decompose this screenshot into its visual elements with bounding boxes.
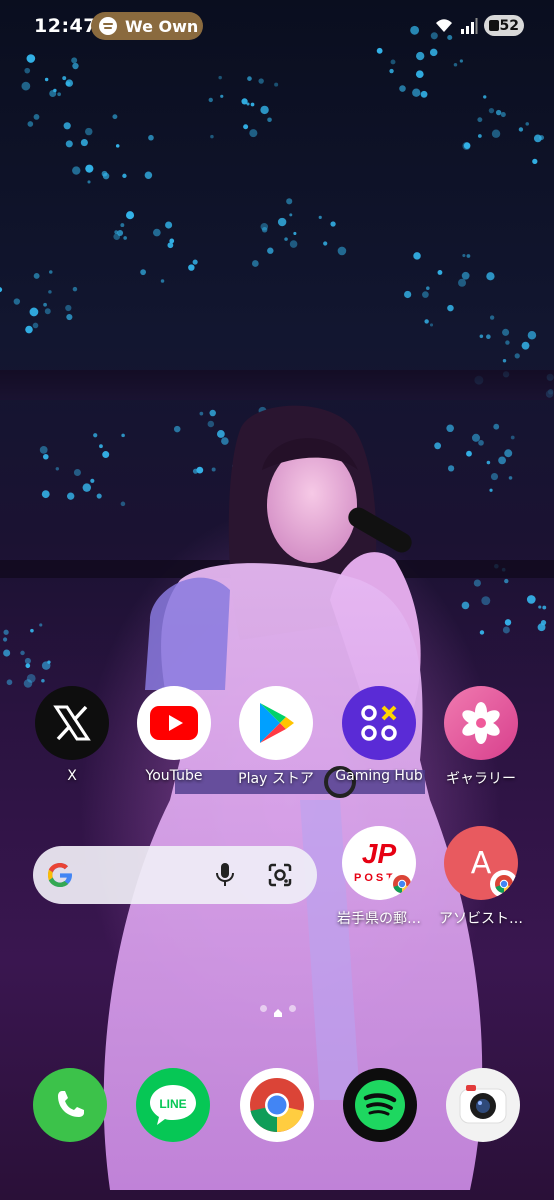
now-playing-chip[interactable]: We Own [91,12,203,40]
app-youtube[interactable]: YouTube [124,686,224,784]
now-playing-title: We Own [125,16,199,36]
app-gallery[interactable]: ギャラリー [431,686,531,788]
camera-icon[interactable] [446,1068,520,1142]
line-icon[interactable]: LINE [136,1068,210,1142]
app-x[interactable]: X [22,686,122,784]
shortcut-label: 岩手県の郵… [337,911,421,927]
google-search-widget[interactable] [33,846,317,904]
app-label: ギャラリー [446,771,516,787]
status-icons: 52 [434,15,524,36]
wallpaper [0,0,554,1200]
app-label: YouTube [145,768,203,784]
shortcut-japan-post[interactable]: JP POST 岩手県の郵… [329,826,429,928]
google-lens-icon[interactable] [267,862,293,888]
x-icon [35,686,109,760]
shortcut-asobistore[interactable]: A アソビスト… [431,826,531,928]
page-dot[interactable] [289,1004,296,1012]
youtube-icon [137,686,211,760]
performer-photo [103,405,483,1190]
play-store-icon [239,686,313,760]
chrome-icon[interactable] [240,1068,314,1142]
home-page-icon[interactable] [273,1003,283,1017]
google-logo-icon [48,863,72,887]
chrome-badge-icon [490,870,518,898]
asobistore-letter: A [470,845,492,881]
app-label: Gaming Hub [335,768,423,784]
spotify-icon[interactable] [343,1068,417,1142]
clock: 12:47 [34,15,97,37]
shortcut-label: アソビスト… [439,911,523,927]
status-bar: 12:47 We Own 52 [0,0,554,52]
spotify-icon [99,17,117,35]
gallery-icon [444,686,518,760]
jp-logo-text: JP [362,838,397,869]
battery-indicator: 52 [484,15,524,36]
chrome-badge-icon [388,870,416,898]
app-gaming-hub[interactable]: Gaming Hub [329,686,429,784]
page-indicator[interactable] [260,1003,296,1017]
asobistore-icon: A [444,826,518,900]
app-play-store[interactable]: Play ストア [226,686,326,788]
app-label: Play ストア [238,771,314,787]
app-label: X [67,768,77,784]
signal-icon [461,17,478,34]
phone-icon[interactable] [33,1068,107,1142]
wifi-icon [436,18,452,32]
japan-post-icon: JP POST [342,826,416,900]
gaming-hub-icon [342,686,416,760]
line-logo-text: LINE [159,1097,186,1111]
mic-icon[interactable] [215,862,235,888]
page-dot[interactable] [260,1004,267,1012]
